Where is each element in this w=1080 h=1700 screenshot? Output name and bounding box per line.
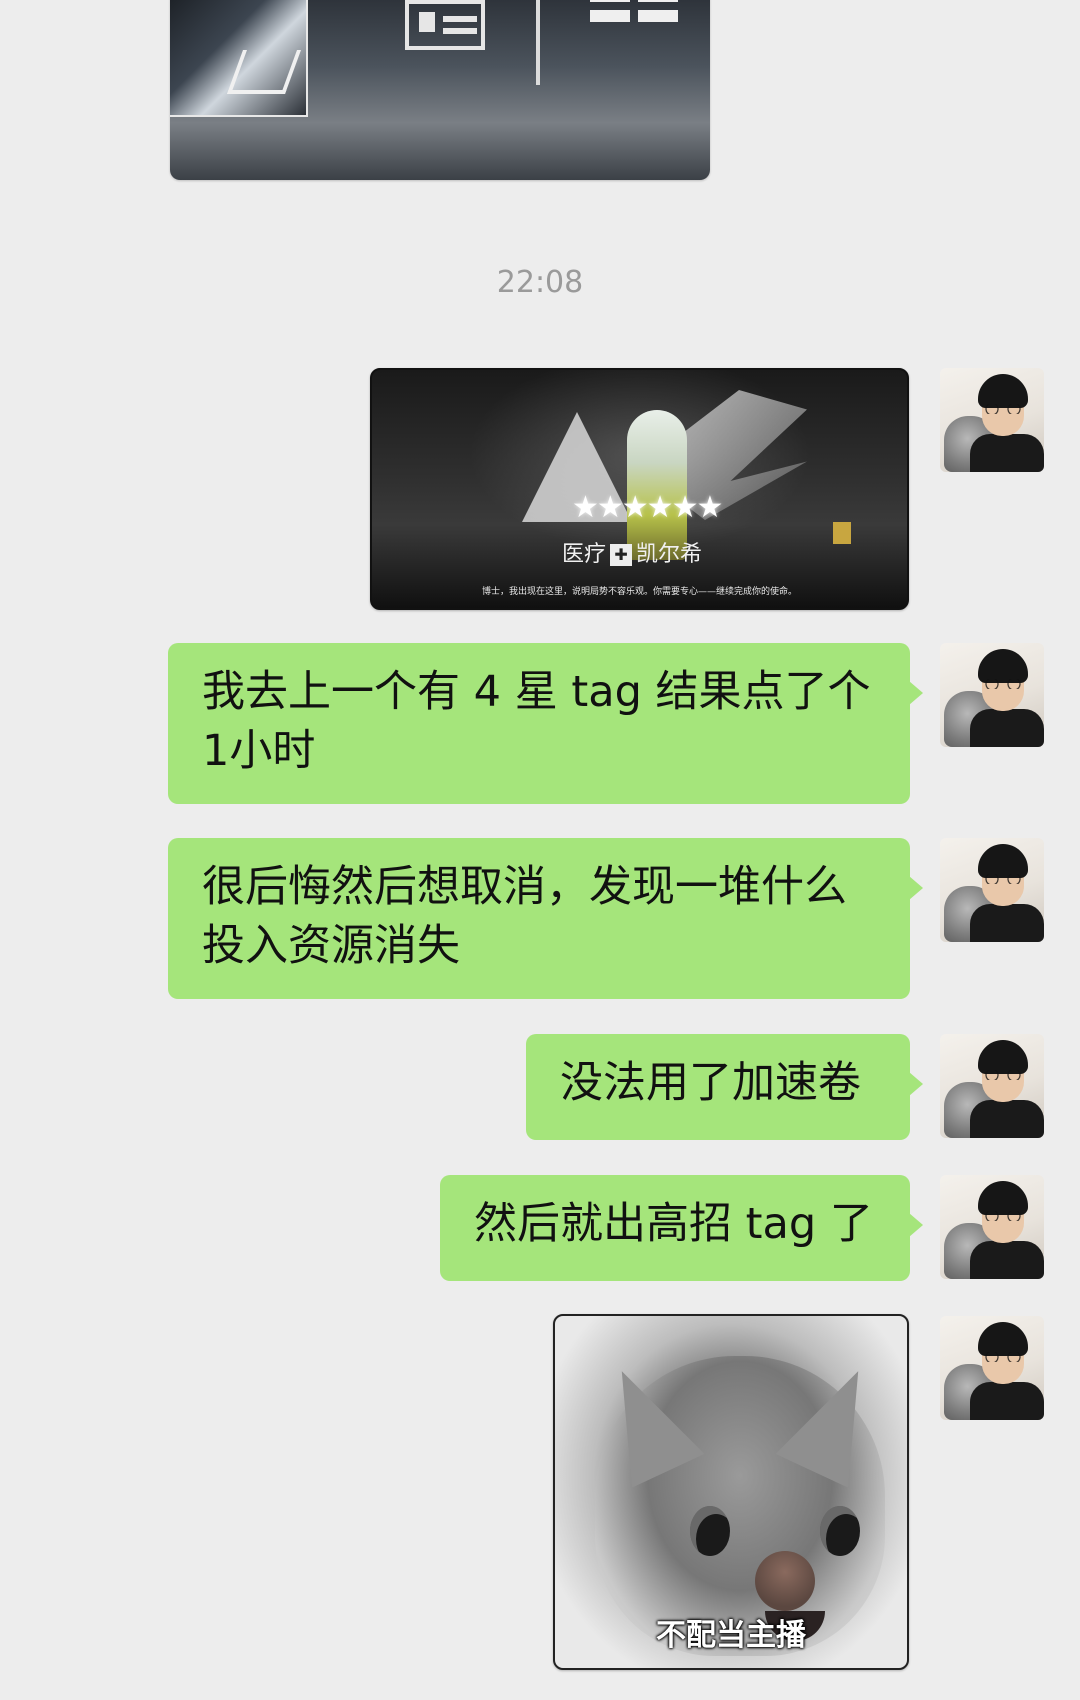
my-avatar[interactable] — [940, 1034, 1044, 1138]
image-message-game-screenshot[interactable]: ★★★★★★ 医疗 ✚ 凯尔希 博士，我出现在这里，说明局势不容乐观。你需要专心——… — [370, 368, 909, 610]
avatar-hair — [978, 1181, 1028, 1215]
class-label: 医疗 — [562, 542, 607, 567]
avatar-glasses — [982, 679, 1024, 689]
avatar-hair — [978, 1040, 1028, 1074]
character-portrait — [170, 0, 308, 117]
avatar-glasses — [982, 874, 1024, 884]
avatar-shirt — [970, 1241, 1044, 1279]
avatar-shirt — [970, 1382, 1044, 1420]
character-name-row: 医疗 ✚ 凯尔希 — [562, 536, 702, 568]
text-message-bubble[interactable]: 我去上一个有 4 星 tag 结果点了个 1小时 — [168, 643, 923, 804]
avatar-glasses — [982, 1070, 1024, 1080]
rarity-stars: ★★★★★★ — [572, 490, 723, 525]
avatar-hair — [978, 649, 1028, 683]
my-avatar[interactable] — [940, 1175, 1044, 1279]
my-avatar[interactable] — [940, 368, 1044, 472]
avatar-glasses — [982, 1352, 1024, 1362]
grid-icon — [590, 0, 680, 26]
reward-indicator — [833, 520, 893, 548]
game-dialogue-caption: 博士，我出现在这里，说明局势不容乐观。你需要专心——继续完成你的使命。 — [481, 587, 797, 597]
avatar-glasses — [982, 1211, 1024, 1221]
avatar-hair — [978, 1322, 1028, 1356]
avatar-shirt — [970, 434, 1044, 472]
cat-eye-right — [820, 1506, 860, 1556]
sticker-caption: 不配当主播 — [656, 1618, 806, 1653]
cat-ear-right — [776, 1354, 895, 1488]
sticker-message-crying-cat[interactable]: 不配当主播 — [553, 1314, 909, 1670]
text-message-bubble[interactable]: 然后就出高招 tag 了 — [440, 1175, 923, 1281]
text-message-bubble[interactable]: 没法用了加速卷 — [526, 1034, 923, 1140]
message-timestamp: 22:08 — [496, 265, 584, 300]
cat-eye-left — [690, 1506, 730, 1556]
cat-ear-left — [586, 1354, 705, 1488]
my-avatar[interactable] — [940, 643, 1044, 747]
avatar-hair — [978, 374, 1028, 408]
previous-image-message[interactable] — [170, 0, 710, 180]
cat-nose — [755, 1551, 815, 1611]
avatar-shirt — [970, 709, 1044, 747]
avatar-shirt — [970, 904, 1044, 942]
my-avatar[interactable] — [940, 838, 1044, 942]
avatar-hair — [978, 844, 1028, 878]
profile-card-icon — [405, 0, 485, 50]
text-message-bubble[interactable]: 很后悔然后想取消，发现一堆什么投入资源消失 — [168, 838, 923, 999]
character-name: 凯尔希 — [636, 542, 703, 567]
avatar-glasses — [982, 404, 1024, 414]
divider-line — [536, 0, 540, 85]
avatar-shirt — [970, 1100, 1044, 1138]
medic-icon: ✚ — [610, 544, 633, 566]
my-avatar[interactable] — [940, 1316, 1044, 1420]
token-icon — [833, 522, 851, 544]
